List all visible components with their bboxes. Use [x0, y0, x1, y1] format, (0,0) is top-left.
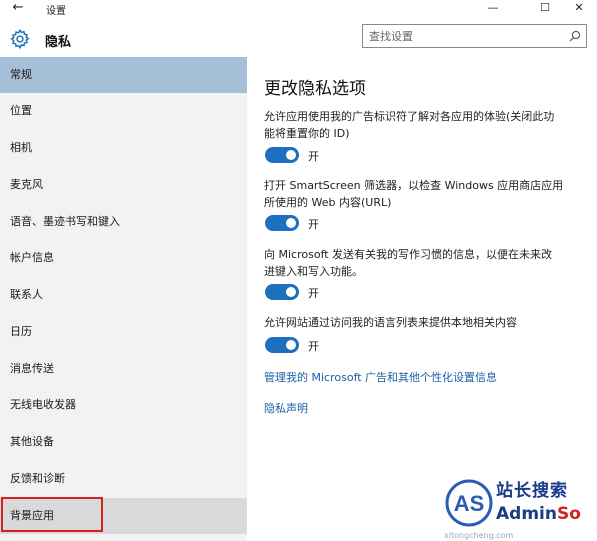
- privacy-statement-link[interactable]: 隐私声明: [264, 400, 308, 416]
- search-input[interactable]: [369, 27, 559, 45]
- toggle-state-label: 开: [308, 340, 319, 353]
- toggle-state-label: 开: [308, 218, 319, 231]
- toggle-switch[interactable]: [265, 147, 299, 163]
- sidebar-item-messaging[interactable]: 消息传送: [0, 351, 247, 387]
- watermark-logo-icon: AS: [445, 479, 493, 527]
- maximize-button[interactable]: ☐: [530, 0, 560, 16]
- sidebar-item-camera[interactable]: 相机: [0, 130, 247, 166]
- manage-ads-link[interactable]: 管理我的 Microsoft 广告和其他个性化设置信息: [264, 369, 497, 385]
- watermark-title: 站长搜索: [496, 481, 568, 501]
- option-line: 允许网站通过访问我的语言列表来提供本地相关内容: [264, 316, 517, 329]
- option-description: 向 Microsoft 发送有关我的写作习惯的信息，以便在未来改 进键入和写入功…: [264, 246, 584, 280]
- toggle-state-label: 开: [308, 150, 319, 163]
- sidebar-item-location[interactable]: 位置: [0, 93, 247, 129]
- toggle-state-label: 开: [308, 287, 319, 300]
- option-line: 打开 SmartScreen 筛选器，以检查 Windows 应用商店应用: [264, 179, 564, 192]
- sidebar-item-general[interactable]: 常规: [0, 57, 247, 93]
- watermark-brand: AdminSo: [496, 504, 581, 524]
- title-bar: ← 设置 — ☐ ✕: [0, 0, 597, 18]
- search-icon[interactable]: [569, 30, 581, 42]
- sidebar-item-radios[interactable]: 无线电收发器: [0, 387, 247, 423]
- sidebar-item-contacts[interactable]: 联系人: [0, 277, 247, 313]
- toggle-knob: [286, 218, 296, 228]
- search-box[interactable]: [362, 24, 587, 48]
- toggle-knob: [286, 150, 296, 160]
- option-line: 进键入和写入功能。: [264, 265, 363, 278]
- gear-icon: [10, 28, 30, 50]
- option-line: 能将重置你的 ID): [264, 127, 350, 140]
- option-line: 所使用的 Web 内容(URL): [264, 196, 392, 209]
- sidebar-item-microphone[interactable]: 麦克风: [0, 167, 247, 203]
- sidebar-item-other-devices[interactable]: 其他设备: [0, 424, 247, 460]
- toggle-knob: [286, 340, 296, 350]
- toggle-knob: [286, 287, 296, 297]
- back-arrow-icon[interactable]: ←: [10, 1, 26, 15]
- option-description: 允许网站通过访问我的语言列表来提供本地相关内容: [264, 314, 584, 331]
- option-description: 允许应用使用我的广告标识符了解对各应用的体验(关闭此功 能将重置你的 ID): [264, 108, 584, 142]
- sidebar-item-calendar[interactable]: 日历: [0, 314, 247, 350]
- option-description: 打开 SmartScreen 筛选器，以检查 Windows 应用商店应用 所使…: [264, 177, 584, 211]
- watermark-url: xitongcheng.com: [444, 531, 514, 540]
- section-heading: 更改隐私选项: [264, 79, 366, 99]
- minimize-button[interactable]: —: [478, 0, 508, 16]
- toggle-switch[interactable]: [265, 215, 299, 231]
- option-line: 向 Microsoft 发送有关我的写作习惯的信息，以便在未来改: [264, 248, 553, 261]
- sidebar-item-background-apps[interactable]: 背景应用: [0, 498, 247, 534]
- watermark-brand-part2: So: [556, 504, 581, 524]
- close-button[interactable]: ✕: [564, 0, 594, 16]
- sidebar-item-account-info[interactable]: 帐户信息: [0, 240, 247, 276]
- page-title: 隐私: [45, 35, 72, 50]
- option-line: 允许应用使用我的广告标识符了解对各应用的体验(关闭此功: [264, 110, 555, 123]
- watermark-brand-part1: Admin: [496, 504, 557, 524]
- sidebar-item-feedback-diagnostics[interactable]: 反馈和诊断: [0, 461, 247, 497]
- watermark-logo-text: AS: [454, 491, 485, 516]
- toggle-switch[interactable]: [265, 284, 299, 300]
- window-title: 设置: [46, 6, 66, 17]
- toggle-switch[interactable]: [265, 337, 299, 353]
- sidebar: 常规 位置 相机 麦克风 语音、墨迹书写和键入 帐户信息 联系人 日历 消息传送…: [0, 57, 247, 541]
- sidebar-item-speech-inking-typing[interactable]: 语音、墨迹书写和键入: [0, 204, 247, 240]
